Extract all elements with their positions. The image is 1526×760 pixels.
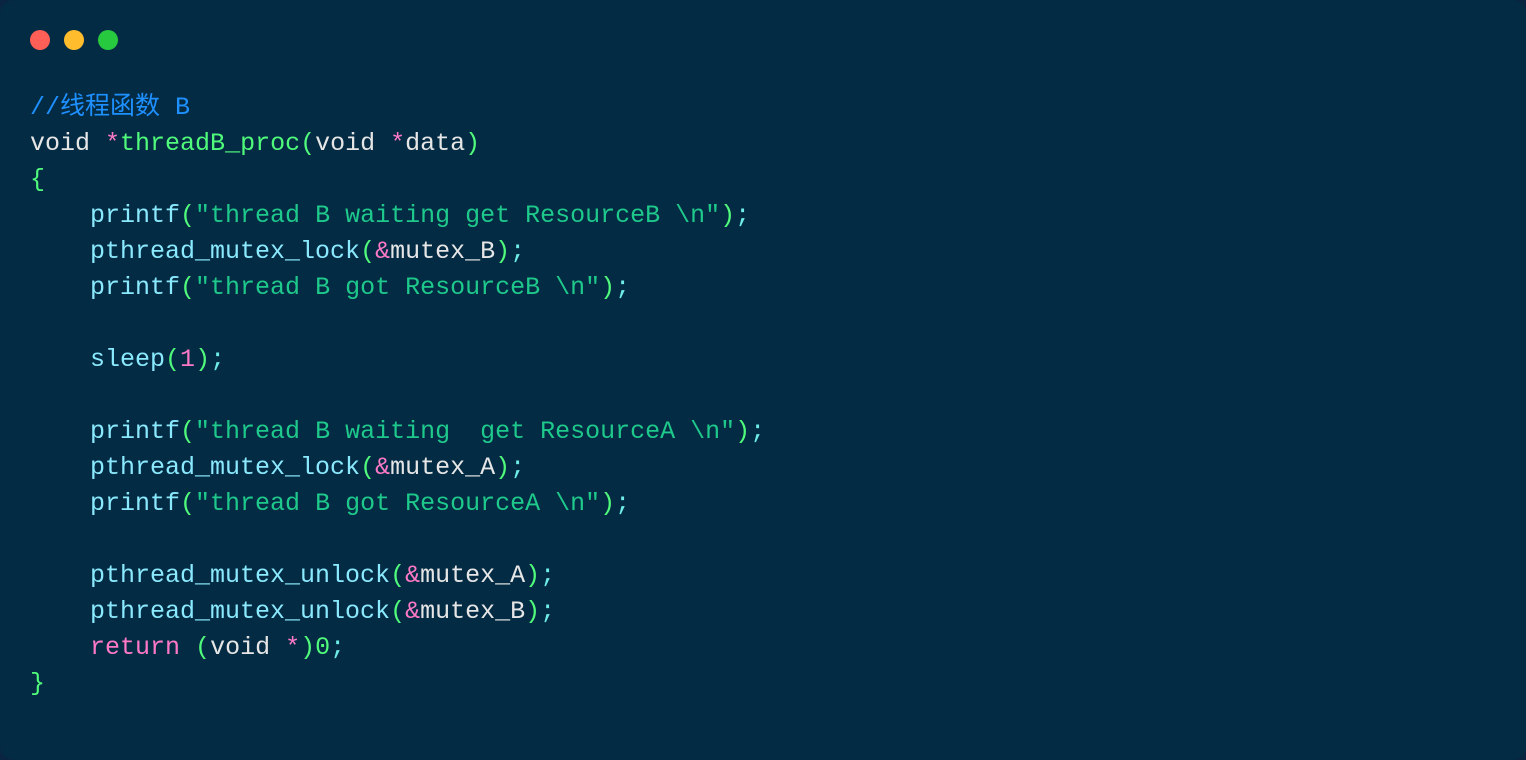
- code-token: {: [30, 165, 45, 194]
- code-indent: [30, 417, 90, 446]
- code-token: }: [30, 669, 45, 698]
- code-indent: [30, 201, 90, 230]
- code-token: ;: [540, 561, 555, 590]
- code-indent: [30, 561, 90, 590]
- minimize-icon[interactable]: [64, 30, 84, 50]
- code-token: &: [375, 453, 390, 482]
- code-number: 1: [180, 345, 195, 374]
- code-token: mutex_A: [420, 561, 525, 590]
- code-token: pthread_mutex_lock: [90, 237, 360, 266]
- code-token: (: [165, 345, 180, 374]
- code-indent: [30, 237, 90, 266]
- code-keyword: return: [90, 633, 180, 662]
- code-token: (: [180, 273, 195, 302]
- code-token: &: [405, 561, 420, 590]
- code-token: *: [285, 633, 300, 662]
- code-token: ;: [330, 633, 345, 662]
- code-token: ): [195, 345, 210, 374]
- code-token: ): [735, 417, 750, 446]
- code-token: *: [390, 129, 405, 158]
- code-token: ): [495, 453, 510, 482]
- code-token: ): [600, 273, 615, 302]
- code-string: "thread B waiting get ResourceB \n": [195, 201, 720, 230]
- code-token: (: [390, 561, 405, 590]
- code-token: ;: [510, 237, 525, 266]
- code-token: void: [30, 129, 90, 158]
- code-token: data: [405, 129, 465, 158]
- code-token: ;: [210, 345, 225, 374]
- code-string: "thread B waiting get ResourceA \n": [195, 417, 735, 446]
- code-string: "thread B got ResourceB \n": [195, 273, 600, 302]
- code-window: //线程函数 B void *threadB_proc(void *data) …: [0, 0, 1526, 760]
- code-token: ): [300, 633, 315, 662]
- code-indent: [30, 597, 90, 626]
- code-indent: [30, 489, 90, 518]
- code-token: &: [375, 237, 390, 266]
- code-token: &: [405, 597, 420, 626]
- code-token: mutex_A: [390, 453, 495, 482]
- code-block: //线程函数 B void *threadB_proc(void *data) …: [0, 70, 1526, 732]
- code-token: ;: [615, 273, 630, 302]
- code-token: pthread_mutex_unlock: [90, 597, 390, 626]
- code-token: ): [720, 201, 735, 230]
- code-token: pthread_mutex_unlock: [90, 561, 390, 590]
- code-token: ): [465, 129, 480, 158]
- code-token: ;: [615, 489, 630, 518]
- code-token: ;: [750, 417, 765, 446]
- code-indent: [30, 453, 90, 482]
- code-token: (: [360, 237, 375, 266]
- code-token: ;: [540, 597, 555, 626]
- maximize-icon[interactable]: [98, 30, 118, 50]
- code-indent: [30, 345, 90, 374]
- code-token: (: [390, 597, 405, 626]
- code-token: (: [180, 417, 195, 446]
- code-comment: //线程函数 B: [30, 93, 190, 122]
- code-token: (: [360, 453, 375, 482]
- code-token: pthread_mutex_lock: [90, 453, 360, 482]
- code-token: *: [105, 129, 120, 158]
- code-token: printf: [90, 201, 180, 230]
- window-titlebar: [0, 0, 1526, 70]
- code-indent: [30, 273, 90, 302]
- code-token: mutex_B: [420, 597, 525, 626]
- code-token: ;: [735, 201, 750, 230]
- code-function-name: threadB_proc: [120, 129, 300, 158]
- code-token: sleep: [90, 345, 165, 374]
- code-token: (: [195, 633, 210, 662]
- code-token: ): [525, 561, 540, 590]
- code-token: (: [180, 489, 195, 518]
- code-token: printf: [90, 273, 180, 302]
- code-indent: [30, 633, 90, 662]
- code-token: void: [210, 633, 270, 662]
- code-token: mutex_B: [390, 237, 495, 266]
- code-token: printf: [90, 417, 180, 446]
- code-token: printf: [90, 489, 180, 518]
- code-string: "thread B got ResourceA \n": [195, 489, 600, 518]
- code-token: (: [180, 201, 195, 230]
- code-token: ): [600, 489, 615, 518]
- code-token: ): [495, 237, 510, 266]
- close-icon[interactable]: [30, 30, 50, 50]
- code-number: 0: [315, 633, 330, 662]
- code-token: ;: [510, 453, 525, 482]
- code-token: void: [315, 129, 375, 158]
- code-token: ): [525, 597, 540, 626]
- code-token: (: [300, 129, 315, 158]
